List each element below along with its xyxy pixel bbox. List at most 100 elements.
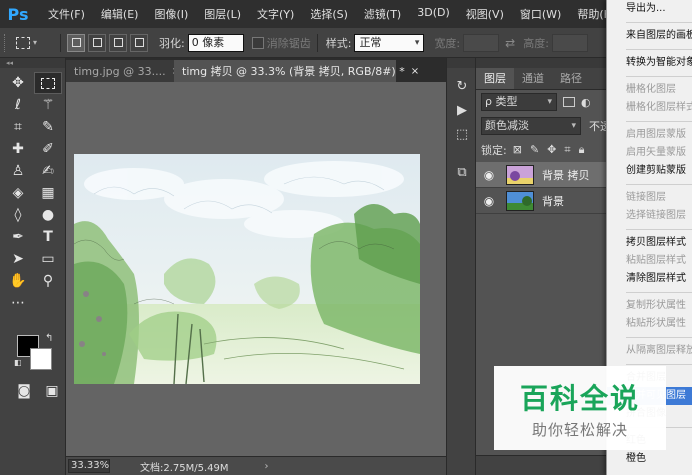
background-color-swatch[interactable] <box>30 348 52 370</box>
menu-edit[interactable]: 编辑(E) <box>93 6 147 22</box>
context-menu-item[interactable]: 创建剪贴蒙版 <box>607 162 692 180</box>
rectangle-tool-icon[interactable]: ▭ <box>34 248 62 270</box>
menu-layer[interactable]: 图层(L) <box>196 6 249 22</box>
lock-transparency-icon[interactable]: ⊠ <box>513 143 522 157</box>
antialias-label: 消除锯齿 <box>266 36 311 50</box>
add-selection-button[interactable] <box>88 33 106 52</box>
path-selection-tool-icon[interactable]: ➤ <box>4 248 32 270</box>
gradient-tool-icon[interactable]: ▦ <box>34 182 62 204</box>
context-menu-item[interactable]: 转换为智能对象 <box>607 54 692 72</box>
context-menu-item[interactable]: 拷贝图层样式 <box>607 234 692 252</box>
context-menu-item[interactable]: 橙色 <box>607 450 692 468</box>
default-colors-icon[interactable]: ◧ <box>14 358 22 367</box>
feather-input[interactable]: 0 像素 <box>187 33 244 52</box>
menu-separator <box>626 364 692 365</box>
menu-select[interactable]: 选择(S) <box>302 6 356 22</box>
context-menu-item: 栅格化图层 <box>626 84 676 95</box>
zoom-tool-icon[interactable]: ⚲ <box>34 270 62 292</box>
blur-tool-icon[interactable]: ◊ <box>4 204 32 226</box>
eye-icon[interactable]: ◉ <box>476 168 502 182</box>
tab-layers[interactable]: 图层 <box>476 68 514 89</box>
divider <box>60 33 61 52</box>
clone-stamp-tool-icon[interactable]: ♙ <box>4 160 32 182</box>
context-menu-item: 栅格化图层样式 <box>626 102 692 113</box>
history-brush-tool-icon[interactable]: ✍ <box>34 160 62 182</box>
swap-icon[interactable]: ⇄ <box>505 36 515 50</box>
canvas-area[interactable] <box>66 82 446 456</box>
image-filter-icon[interactable] <box>563 97 575 107</box>
height-input[interactable] <box>551 33 588 52</box>
layer-filter-value: ρ 类型 <box>485 95 518 108</box>
brush-tool-icon[interactable]: ✐ <box>34 138 62 160</box>
menu-window[interactable]: 窗口(W) <box>512 6 569 22</box>
swap-colors-icon[interactable]: ↰ <box>45 333 53 344</box>
document-image[interactable] <box>74 154 420 384</box>
more-tools-icon[interactable]: ⋯ <box>4 292 32 314</box>
eyedropper-tool-icon[interactable]: ✎ <box>34 116 62 138</box>
close-icon[interactable]: × <box>411 66 419 77</box>
context-menu-item[interactable]: 清除图层样式 <box>607 270 692 288</box>
magic-wand-tool-icon[interactable]: ⚚ <box>34 94 62 116</box>
divider <box>316 33 318 52</box>
actions-panel-icon[interactable]: ▶ <box>447 98 477 122</box>
eye-icon[interactable]: ◉ <box>476 194 502 208</box>
healing-brush-tool-icon[interactable]: ✚ <box>4 138 32 160</box>
tool-preset-picker[interactable]: ▾ <box>16 33 54 53</box>
zoom-level-field[interactable]: 33.33% <box>68 459 110 473</box>
menu-items: 文件(F) 编辑(E) 图像(I) 图层(L) 文字(Y) 选择(S) 滤镜(T… <box>40 6 624 22</box>
move-tool-icon[interactable]: ✥ <box>4 72 32 94</box>
screen-mode-icon[interactable]: ▣ <box>38 380 66 402</box>
menu-file[interactable]: 文件(F) <box>40 6 93 22</box>
quick-mask-icon[interactable]: ◙ <box>10 380 38 402</box>
crop-tool-icon[interactable]: ⌗ <box>4 116 32 138</box>
eraser-tool-icon[interactable]: ◈ <box>4 182 32 204</box>
antialias-checkbox[interactable] <box>251 36 264 49</box>
context-menu-item[interactable]: 来自图层的画板 <box>607 27 692 45</box>
tab-timg-jpg[interactable]: timg.jpg @ 33.... × <box>66 60 180 82</box>
subtract-selection-button[interactable] <box>109 33 127 52</box>
tab-paths[interactable]: 路径 <box>552 68 590 89</box>
properties-panel-icon[interactable]: ⧉ <box>447 160 477 184</box>
height-label: 高度: <box>523 36 549 50</box>
watermark: 百科全说 助你轻松解决 <box>494 366 666 450</box>
layer-filter-select[interactable]: ρ 类型 ▾ <box>481 93 557 111</box>
menu-filter[interactable]: 滤镜(T) <box>356 6 409 22</box>
tab-channels[interactable]: 通道 <box>514 68 552 89</box>
tab-timg-copy[interactable]: timg 拷贝 @ 33.3% (背景 拷贝, RGB/8#) * × <box>174 60 419 82</box>
hand-tool-icon[interactable]: ✋ <box>4 270 32 292</box>
style-label: 样式: <box>325 36 352 50</box>
dock-grip[interactable] <box>447 58 475 68</box>
lock-label: 锁定: <box>481 144 507 157</box>
width-input[interactable] <box>463 33 500 52</box>
menu-image[interactable]: 图像(I) <box>146 6 196 22</box>
collapsed-panel-dock: ↻ ▶ ⬚ ⧉ <box>446 58 476 475</box>
type-tool-icon[interactable]: T <box>34 226 62 248</box>
lasso-tool-icon[interactable]: ℓ <box>4 94 32 116</box>
intersect-selection-button[interactable] <box>130 33 148 52</box>
adjustment-filter-icon[interactable]: ◐ <box>581 96 591 109</box>
app-logo: Ps <box>7 4 29 24</box>
blend-mode-select[interactable]: 颜色减淡 ▾ <box>481 117 581 135</box>
dodge-tool-icon[interactable]: ● <box>34 204 62 226</box>
watermark-title: 百科全说 <box>519 381 640 415</box>
status-menu-arrow[interactable]: › <box>265 461 269 472</box>
lock-position-icon[interactable]: ✥ <box>547 143 556 157</box>
menu-3d[interactable]: 3D(D) <box>409 6 458 22</box>
lock-pixels-icon[interactable]: ✎ <box>530 143 539 157</box>
tools-panel-header[interactable]: ◂◂ <box>0 58 65 68</box>
lock-icons: ⊠ ✎ ✥ ⌗ 🔒︎ <box>513 143 593 157</box>
context-menu-item[interactable]: 导出为... <box>607 0 692 18</box>
style-select[interactable]: 正常 ▾ <box>354 33 425 52</box>
history-panel-icon[interactable]: ↻ <box>447 74 477 98</box>
menu-type[interactable]: 文字(Y) <box>249 6 302 22</box>
new-selection-button[interactable] <box>67 33 85 52</box>
options-grip[interactable] <box>4 33 10 52</box>
rect-marquee-tool-icon[interactable] <box>34 72 62 94</box>
3d-panel-icon[interactable]: ⬚ <box>447 122 477 146</box>
lock-artboard-icon[interactable]: ⌗ <box>564 143 570 157</box>
lock-all-icon[interactable]: 🔒︎ <box>579 143 585 157</box>
pen-tool-icon[interactable]: ✒ <box>4 226 32 248</box>
marquee-icon <box>16 36 30 49</box>
context-menu-item: 复制形状属性 <box>626 300 686 311</box>
menu-view[interactable]: 视图(V) <box>458 6 512 22</box>
